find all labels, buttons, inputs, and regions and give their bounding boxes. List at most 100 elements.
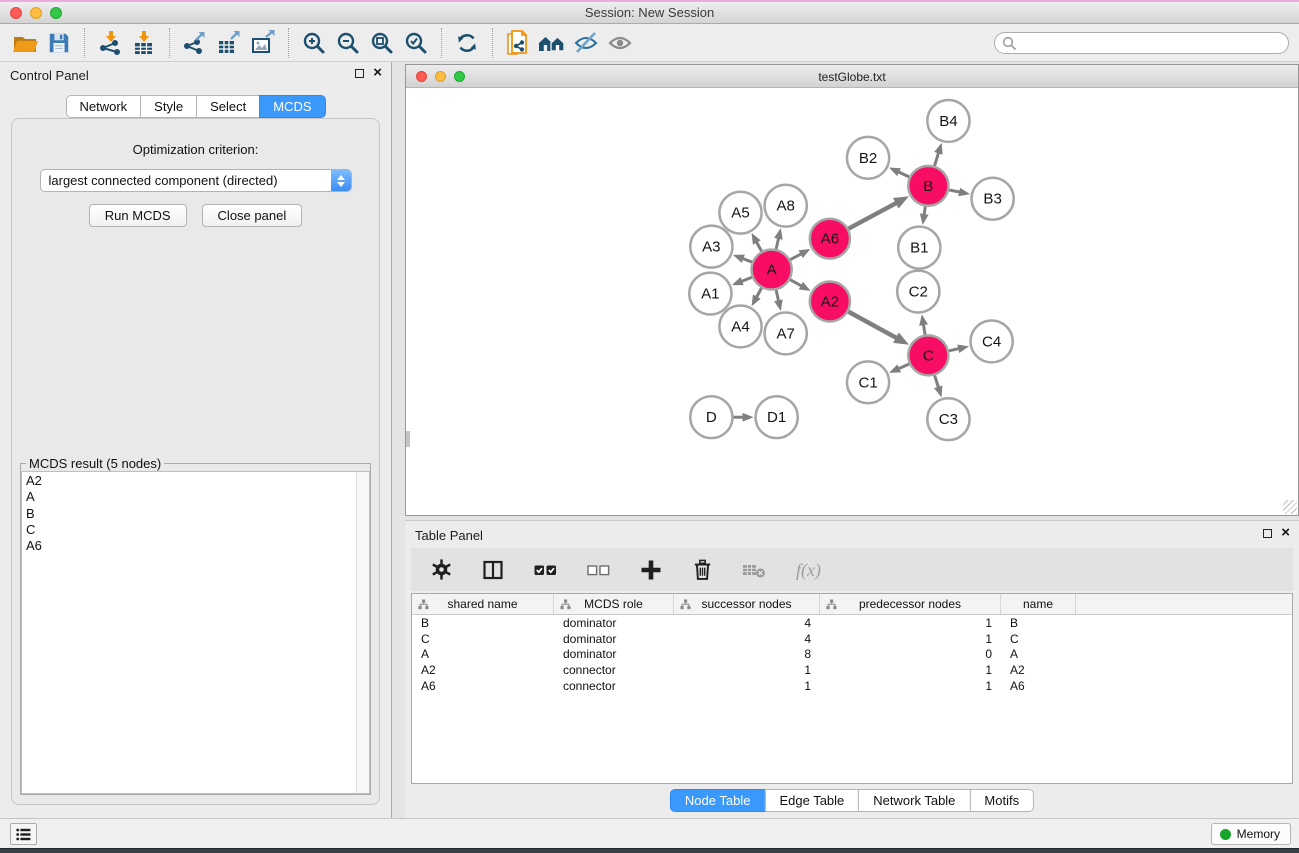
- graph-node-label: D1: [767, 409, 786, 426]
- open-session-button[interactable]: [8, 27, 42, 59]
- network-from-file-button[interactable]: [501, 27, 535, 59]
- import-table-button[interactable]: [127, 27, 161, 59]
- graph-edge-A6-B[interactable]: [848, 202, 897, 228]
- tab-network[interactable]: Network: [65, 95, 141, 118]
- close-panel-icon[interactable]: ×: [373, 68, 382, 78]
- session-title: Session: New Session: [0, 5, 1299, 20]
- table-tab-motifs[interactable]: Motifs: [969, 789, 1034, 812]
- search-box[interactable]: [994, 32, 1289, 54]
- toolbar-separator: [492, 28, 493, 58]
- show-all-button[interactable]: [603, 27, 637, 59]
- search-input[interactable]: [1019, 34, 1280, 52]
- criterion-select[interactable]: largest connected component (directed): [40, 169, 352, 192]
- add-column-icon[interactable]: [639, 558, 663, 582]
- graph-node-label: A7: [776, 325, 794, 342]
- hide-selected-button[interactable]: [569, 27, 603, 59]
- table-row[interactable]: A2connector11A2: [412, 662, 1292, 678]
- split-table-icon[interactable]: [481, 558, 505, 582]
- graph-edge-arrowhead: [752, 233, 761, 245]
- column-header[interactable]: MCDS role: [554, 594, 674, 614]
- table-tab-edge-table[interactable]: Edge Table: [764, 789, 859, 812]
- graph-edge-arrowhead: [889, 364, 901, 373]
- result-item[interactable]: A2: [26, 473, 369, 489]
- float-panel-icon[interactable]: [355, 69, 364, 78]
- main-area: Control Panel × Network Style Select MCD…: [0, 62, 1299, 818]
- toolbar-separator: [288, 28, 289, 58]
- graph-edge-A2-C[interactable]: [848, 312, 897, 339]
- result-item[interactable]: B: [26, 506, 369, 522]
- graph-node-label: C3: [939, 411, 958, 428]
- column-header[interactable]: name: [1001, 594, 1076, 614]
- attribute-type-icon: [826, 599, 837, 610]
- table-panel: Table Panel ×: [405, 520, 1299, 818]
- table-cell: 1: [820, 663, 1001, 677]
- export-table-button[interactable]: [212, 27, 246, 59]
- graph-edge-arrowhead: [920, 213, 929, 224]
- graph-edge-A-A2[interactable]: [790, 280, 803, 287]
- zoom-out-button[interactable]: [331, 27, 365, 59]
- canvas-scroll-nub[interactable]: [406, 431, 410, 447]
- table-row[interactable]: A6connector11A6: [412, 678, 1292, 694]
- function-builder-icon[interactable]: f(x): [795, 558, 832, 582]
- task-history-button[interactable]: [10, 823, 37, 845]
- table-cell: dominator: [554, 616, 674, 630]
- zoom-fit-button[interactable]: [365, 27, 399, 59]
- table-row[interactable]: Adominator80A: [412, 647, 1292, 663]
- graph-edge-A-A6[interactable]: [790, 253, 802, 259]
- mcds-result-list[interactable]: A2ABCA6: [21, 471, 370, 794]
- refresh-button[interactable]: [450, 27, 484, 59]
- memory-status-icon: [1220, 829, 1231, 840]
- tab-style[interactable]: Style: [140, 95, 197, 118]
- table-cell: C: [412, 632, 554, 646]
- run-mcds-button[interactable]: Run MCDS: [89, 204, 187, 227]
- zoom-in-button[interactable]: [297, 27, 331, 59]
- result-scrollbar[interactable]: [356, 472, 369, 793]
- table-cell: B: [1001, 616, 1076, 630]
- column-header[interactable]: shared name: [412, 594, 554, 614]
- status-bar: Memory: [0, 818, 1299, 848]
- result-item[interactable]: C: [26, 522, 369, 538]
- tab-select[interactable]: Select: [196, 95, 260, 118]
- table-tab-network-table[interactable]: Network Table: [858, 789, 970, 812]
- result-item[interactable]: A: [26, 489, 369, 505]
- graph-edge-C-C3[interactable]: [935, 375, 939, 388]
- graph-edge-arrowhead: [957, 344, 969, 353]
- mcds-tab-content: Optimization criterion: largest connecte…: [11, 118, 380, 805]
- network-canvas[interactable]: B4B2BB3A8A5A6B1A3AC2A1A2A4A7C4CC1C3DD1: [406, 89, 1298, 515]
- resize-grip[interactable]: [1283, 500, 1297, 514]
- table-tab-node-table[interactable]: Node Table: [670, 789, 766, 812]
- table-row[interactable]: Bdominator41B: [412, 615, 1292, 631]
- table-cell: 1: [674, 663, 820, 677]
- export-image-button[interactable]: [246, 27, 280, 59]
- export-network-button[interactable]: [178, 27, 212, 59]
- deselect-all-icon[interactable]: [586, 558, 611, 582]
- result-item[interactable]: A6: [26, 538, 369, 554]
- delete-table-icon[interactable]: [742, 560, 767, 580]
- network-graph[interactable]: B4B2BB3A8A5A6B1A3AC2A1A2A4A7C4CC1C3DD1: [406, 89, 1298, 515]
- gear-icon[interactable]: [430, 558, 453, 581]
- graph-edge-B-B4[interactable]: [935, 151, 939, 165]
- desktop-edge: [0, 848, 1299, 853]
- memory-button[interactable]: Memory: [1211, 823, 1291, 845]
- tab-mcds[interactable]: MCDS: [259, 95, 325, 118]
- graph-node-label: A6: [821, 231, 839, 248]
- show-eye-icon: [607, 30, 633, 56]
- close-panel-button[interactable]: Close panel: [202, 204, 303, 227]
- table-row[interactable]: Cdominator41C: [412, 631, 1292, 647]
- column-header[interactable]: successor nodes: [674, 594, 820, 614]
- float-table-panel-icon[interactable]: [1263, 529, 1272, 538]
- table-cell: A6: [412, 679, 554, 693]
- select-all-icon[interactable]: [533, 558, 558, 582]
- table-cell: 4: [674, 616, 820, 630]
- close-table-panel-icon[interactable]: ×: [1281, 528, 1290, 538]
- graph-node-label: A2: [821, 294, 839, 311]
- zoom-selected-button[interactable]: [399, 27, 433, 59]
- save-session-button[interactable]: [42, 27, 76, 59]
- graph-node-label: C4: [982, 333, 1001, 350]
- save-session-icon: [47, 31, 71, 55]
- import-network-button[interactable]: [93, 27, 127, 59]
- delete-column-icon[interactable]: [691, 558, 714, 582]
- control-panel-title: Control Panel: [10, 68, 89, 83]
- show-network-overview-button[interactable]: [535, 27, 569, 59]
- column-header[interactable]: predecessor nodes: [820, 594, 1001, 614]
